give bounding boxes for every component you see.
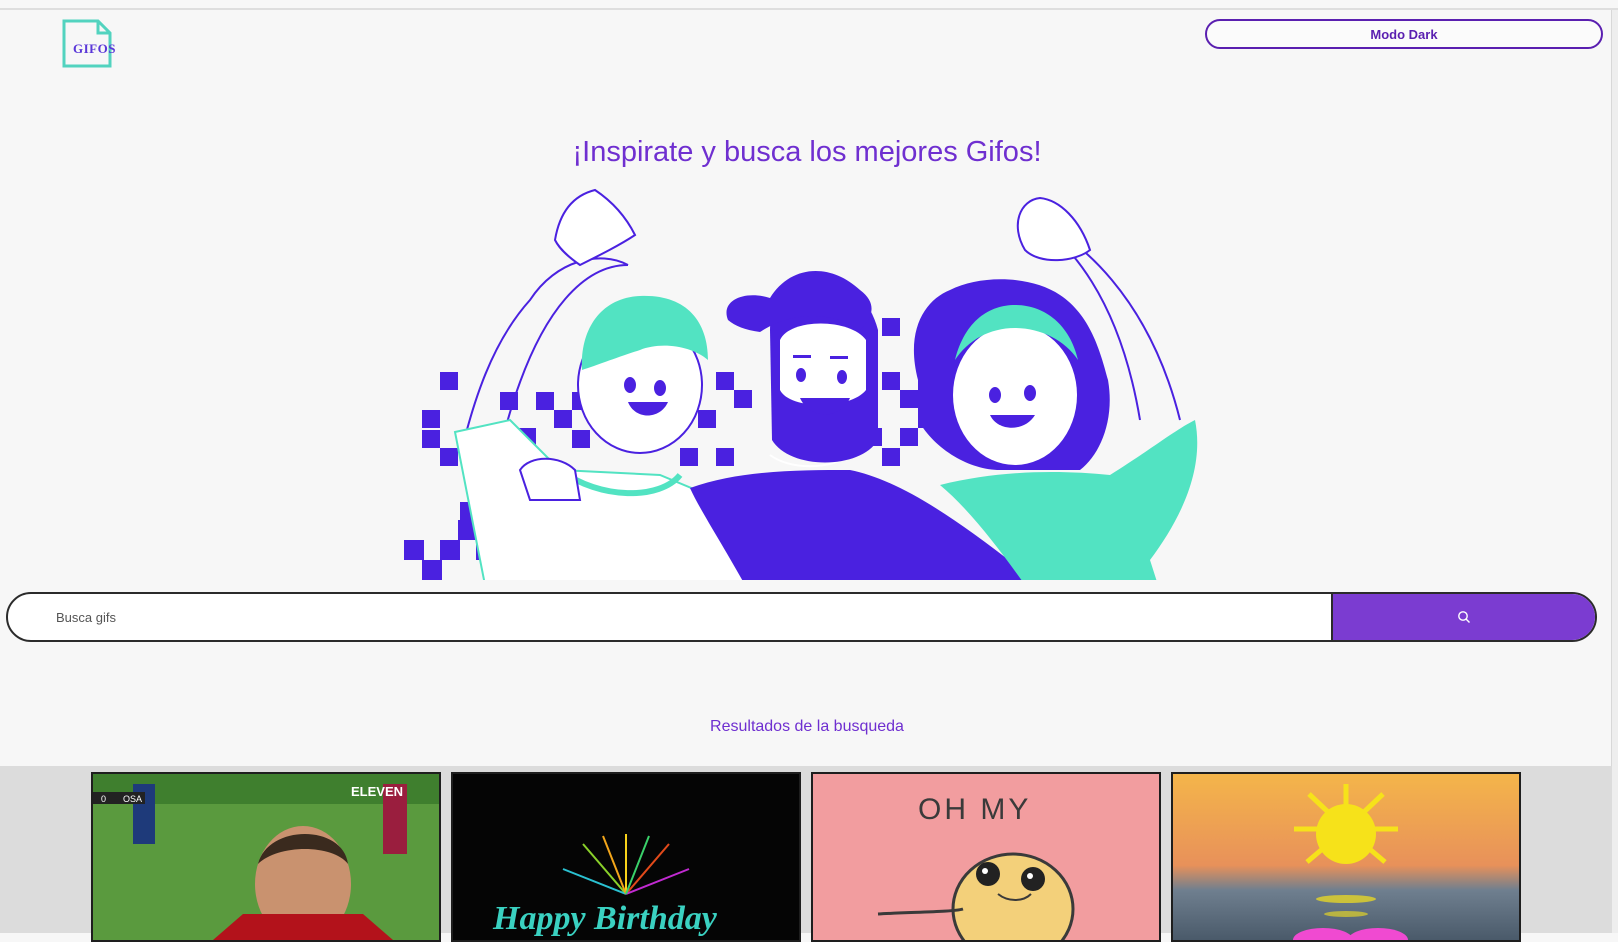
gif-card-oh-my[interactable]: OH MY (811, 772, 1161, 942)
logo-text: GIFOS (73, 41, 116, 56)
results-label: Resultados de la busqueda (710, 718, 904, 735)
dark-mode-button[interactable]: Modo Dark (1205, 19, 1603, 49)
gif-birthday-text: Happy Birthday (492, 900, 718, 937)
gif-soccer-image: 0 OSA ELEVEN (93, 774, 439, 940)
search-bar (6, 592, 1597, 642)
search-button[interactable] (1331, 594, 1595, 640)
search-icon (1458, 611, 1470, 623)
gif-overlay-text: ELEVEN (351, 784, 403, 799)
gif-sun-image (1173, 774, 1519, 940)
gif-birthday-image: Happy Birthday (453, 774, 799, 940)
hero-illustration (404, 188, 1198, 580)
gif-oh-my-text: OH MY (918, 793, 1031, 826)
gif-score-text: 0 (101, 794, 106, 804)
gif-card-soccer[interactable]: 0 OSA ELEVEN (91, 772, 441, 942)
gif-card-sun[interactable] (1171, 772, 1521, 942)
search-input[interactable] (8, 594, 1331, 640)
gif-card-birthday[interactable]: Happy Birthday (451, 772, 801, 942)
top-border (0, 8, 1618, 10)
hero-title: ¡Inspirate y busca los mejores Gifos! (572, 136, 1042, 168)
gif-oh-my-image: OH MY (813, 774, 1159, 940)
gif-team-text: OSA (123, 794, 142, 804)
